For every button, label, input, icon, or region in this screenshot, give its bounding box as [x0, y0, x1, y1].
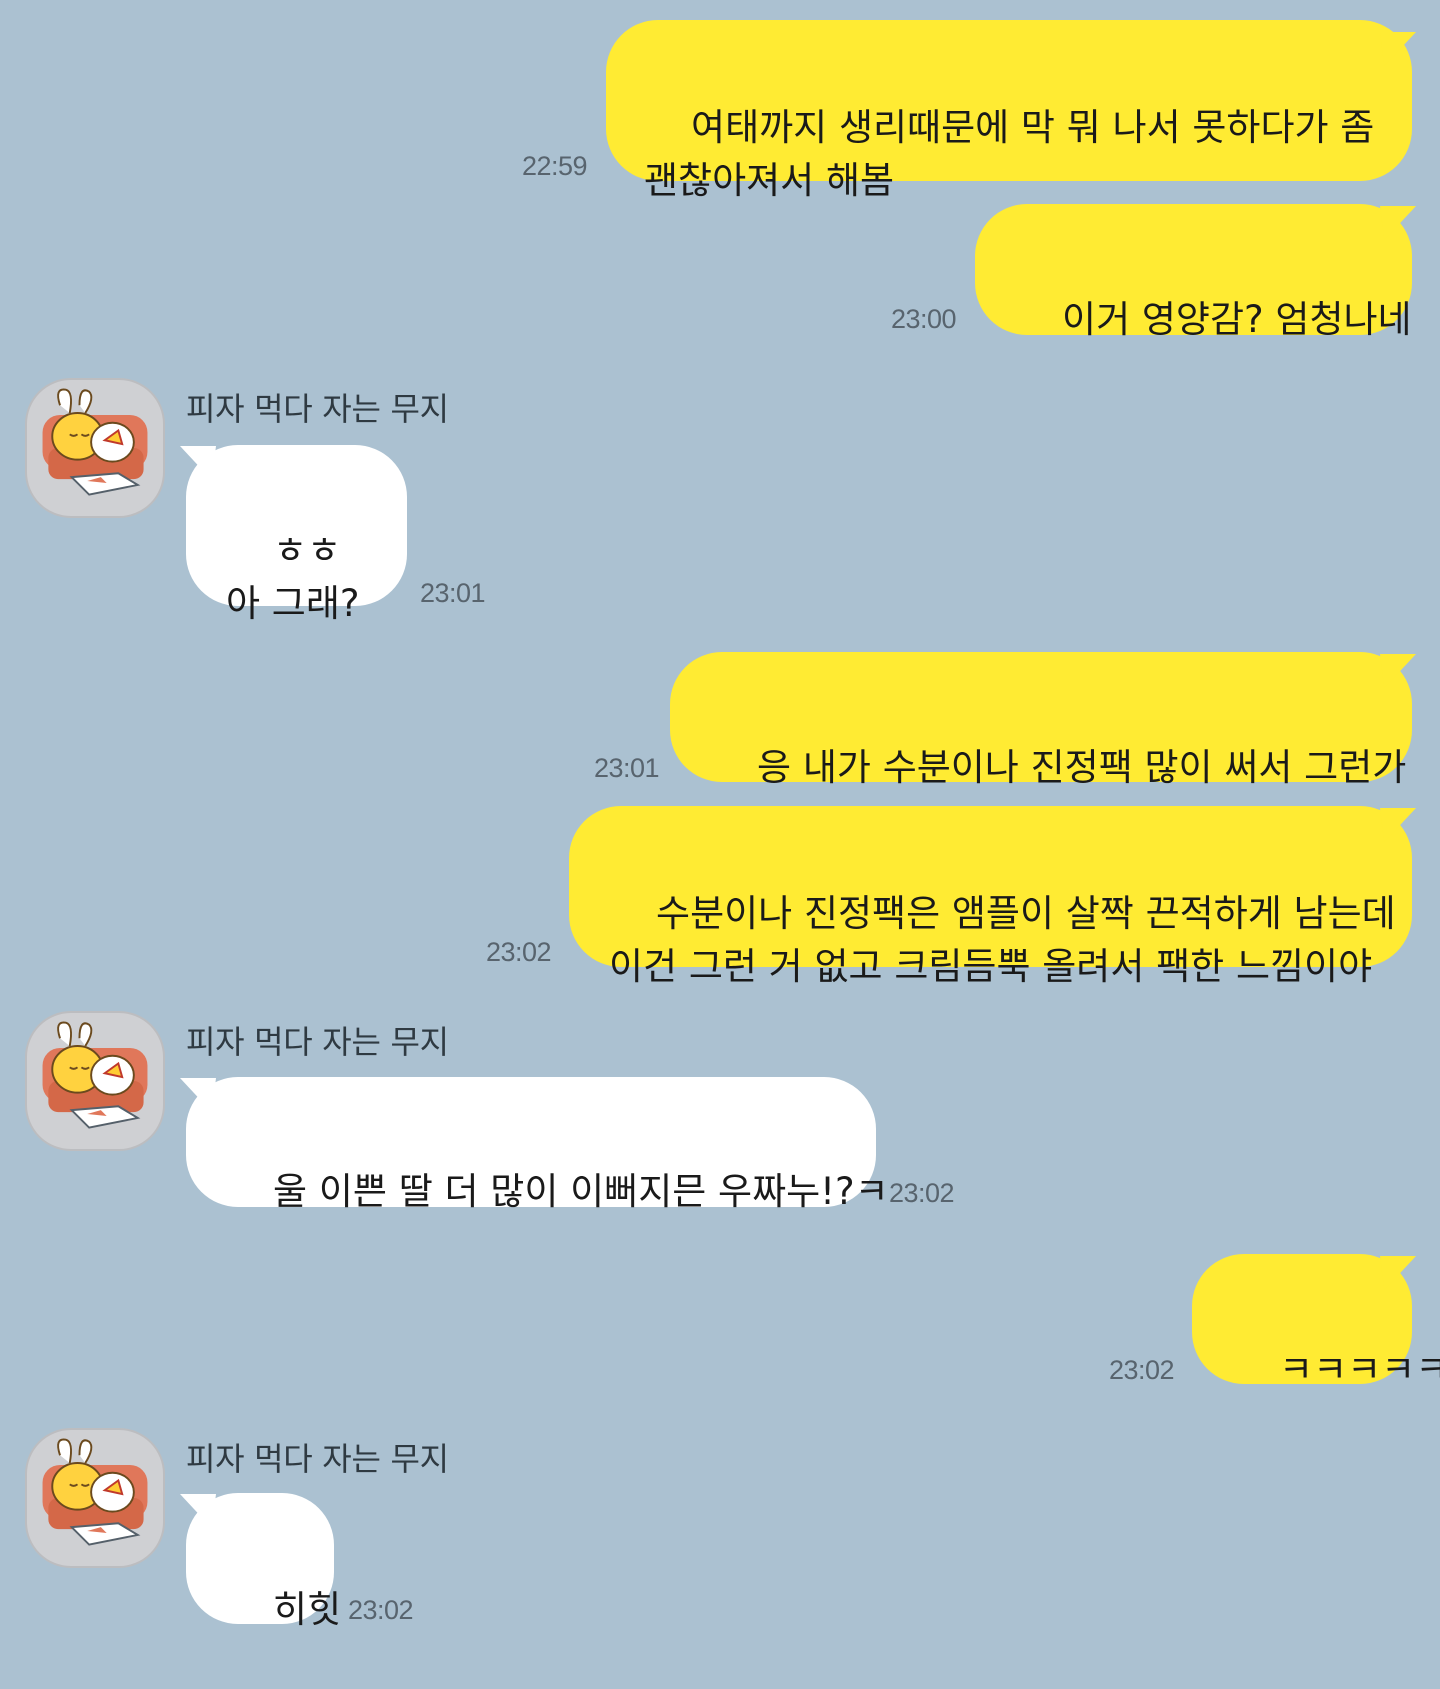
message-text: 울 이쁜 딸 더 많이 이뻐지믄 우짜누!?ㅋ — [273, 1170, 889, 1213]
their-message-bubble[interactable]: 울 이쁜 딸 더 많이 이뻐지믄 우짜누!?ㅋ — [186, 1077, 889, 1213]
contact-avatar[interactable] — [25, 1011, 165, 1151]
message-time: 23:02 — [889, 1178, 955, 1208]
message-time: 23:01 — [420, 578, 486, 608]
message-time: 23:01 — [594, 753, 660, 783]
muzi-pizza-sofa-icon — [42, 388, 148, 496]
contact-name: 피자 먹다 자는 무지 — [186, 1023, 449, 1061]
my-message-bubble[interactable]: 수분이나 진정팩은 앰플이 살짝 끈적하게 남는데 이건 그런 거 없고 크림듬… — [569, 806, 1412, 988]
message-text: 여태까지 생리때문에 막 뭐 나서 못하다가 좀 괜찮아져서 해봄 — [644, 106, 1375, 202]
message-time: 23:02 — [348, 1595, 414, 1625]
message-text: 이거 영양감? 엄청나네 — [1062, 298, 1412, 341]
message-text: 히힛 — [273, 1588, 342, 1631]
message-time: 23:02 — [486, 937, 552, 967]
my-message-bubble[interactable]: ㅋㅋㅋㅋㅋ — [1192, 1254, 1440, 1391]
message-text: 수분이나 진정팩은 앰플이 살짝 끈적하게 남는데 이건 그런 거 없고 크림듬… — [609, 892, 1396, 988]
muzi-pizza-sofa-icon — [42, 1438, 148, 1546]
message-text: ㅎㅎ 아 그래? — [226, 529, 360, 625]
contact-avatar[interactable] — [25, 378, 165, 518]
contact-avatar[interactable] — [25, 1428, 165, 1568]
message-time: 23:00 — [891, 304, 957, 334]
message-time: 22:59 — [522, 151, 588, 181]
my-message-bubble[interactable]: 여태까지 생리때문에 막 뭐 나서 못하다가 좀 괜찮아져서 해봄 — [606, 20, 1412, 202]
message-time: 23:02 — [1109, 1355, 1175, 1385]
my-message-bubble[interactable]: 응 내가 수분이나 진정팩 많이 써서 그런가 — [670, 652, 1412, 789]
message-text: 응 내가 수분이나 진정팩 많이 써서 그런가 — [757, 746, 1407, 789]
contact-name: 피자 먹다 자는 무지 — [186, 1440, 449, 1478]
their-message-bubble[interactable]: 히힛 — [186, 1493, 341, 1631]
contact-name: 피자 먹다 자는 무지 — [186, 390, 449, 428]
message-text: ㅋㅋㅋㅋㅋ — [1279, 1348, 1440, 1391]
their-message-bubble[interactable]: ㅎㅎ 아 그래? — [186, 445, 407, 625]
my-message-bubble[interactable]: 이거 영양감? 엄청나네 — [975, 204, 1412, 341]
muzi-pizza-sofa-icon — [42, 1021, 148, 1129]
